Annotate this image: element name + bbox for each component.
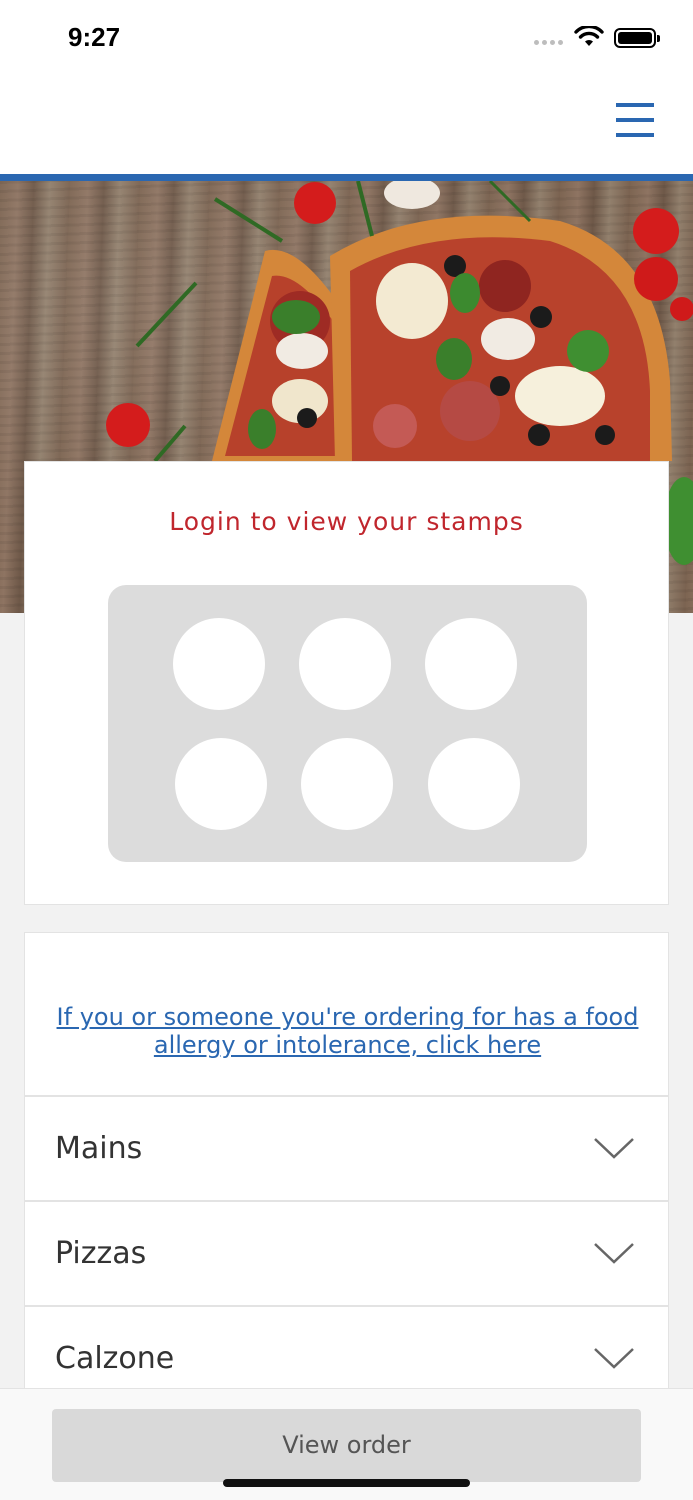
stamp-slot xyxy=(425,618,517,710)
chevron-down-icon xyxy=(594,1138,634,1159)
stamp-grid xyxy=(108,585,587,862)
stamp-slot xyxy=(299,618,391,710)
home-indicator[interactable] xyxy=(223,1479,470,1487)
allergy-info-link[interactable]: If you or someone you're ordering for ha… xyxy=(55,1003,640,1059)
stamp-slot xyxy=(175,738,267,830)
bottom-action-bar: View order xyxy=(0,1388,693,1500)
cellular-signal-icon xyxy=(534,40,563,45)
category-row-mains[interactable]: Mains xyxy=(24,1096,669,1201)
header-divider xyxy=(0,174,693,181)
app-header xyxy=(0,76,693,174)
wifi-icon xyxy=(574,26,604,46)
category-row-pizzas[interactable]: Pizzas xyxy=(24,1201,669,1306)
hamburger-menu-button[interactable] xyxy=(612,101,656,141)
view-order-button[interactable]: View order xyxy=(52,1409,641,1482)
stamp-slot xyxy=(301,738,393,830)
stamp-slot xyxy=(428,738,520,830)
category-label: Mains xyxy=(55,1131,143,1166)
status-bar: 9:27 xyxy=(0,0,693,76)
login-stamps-prompt[interactable]: Login to view your stamps xyxy=(25,507,668,536)
status-time: 9:27 xyxy=(68,22,121,52)
loyalty-stamp-card: Login to view your stamps xyxy=(24,461,669,905)
category-label: Pizzas xyxy=(55,1236,147,1271)
chevron-down-icon xyxy=(594,1348,634,1369)
allergy-info-card: If you or someone you're ordering for ha… xyxy=(24,932,669,1096)
battery-icon xyxy=(614,28,660,48)
stamp-slot xyxy=(173,618,265,710)
chevron-down-icon xyxy=(594,1243,634,1264)
category-label: Calzone xyxy=(55,1341,175,1376)
